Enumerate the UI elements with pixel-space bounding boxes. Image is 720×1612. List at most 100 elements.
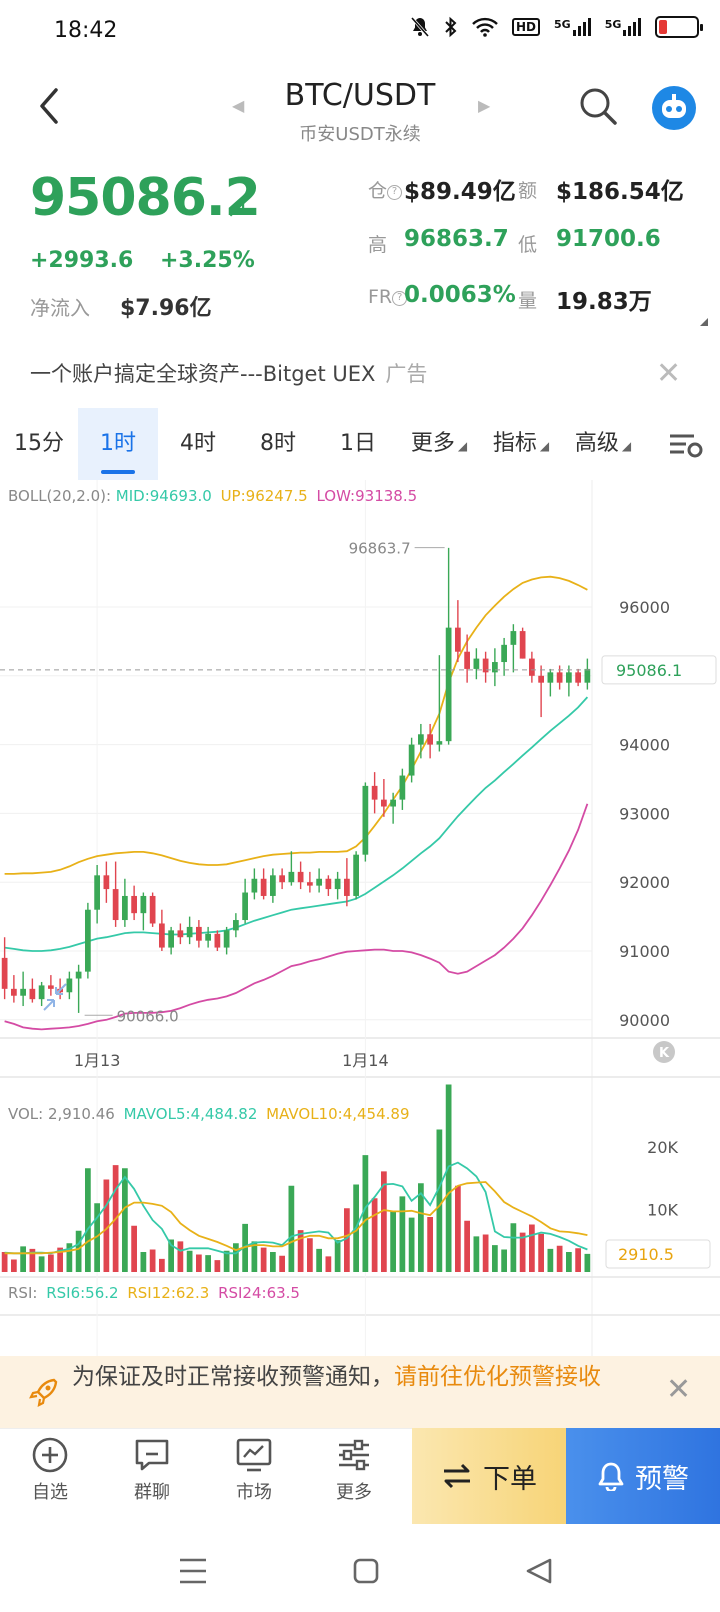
nav-group-chat[interactable]: 群聊 — [102, 1436, 202, 1504]
system-back-icon[interactable] — [526, 1558, 552, 1584]
volume-bar — [427, 1217, 433, 1272]
candle-body — [20, 988, 26, 996]
tab-8h[interactable]: 8时 — [238, 408, 318, 480]
close-icon[interactable]: ✕ — [656, 356, 681, 391]
candle-body — [473, 658, 480, 669]
high-label: 高 — [368, 234, 388, 256]
tab-indicators[interactable]: 指标 ◢ — [480, 408, 562, 480]
price-axis-label: 94000 — [619, 736, 670, 755]
volume-bar — [510, 1223, 517, 1272]
nav-market[interactable]: 市场 — [204, 1436, 304, 1504]
recents-icon[interactable] — [180, 1558, 206, 1584]
candle-body — [270, 875, 276, 896]
candle — [575, 668, 581, 687]
fit-arrow-path — [43, 983, 67, 1011]
k-badge-icon[interactable]: K — [653, 1041, 675, 1063]
candle — [510, 624, 517, 673]
candle — [242, 878, 248, 924]
help-icon[interactable]: ? — [387, 185, 403, 200]
next-pair-icon[interactable]: ▶ — [478, 96, 490, 115]
tab-15m[interactable]: 15分 — [0, 408, 78, 480]
volume-bar — [492, 1245, 498, 1272]
volume-bar — [279, 1255, 285, 1272]
date-label: 1月13 — [74, 1051, 121, 1070]
close-icon[interactable]: ✕ — [666, 1372, 691, 1407]
vol-axis-label: 20K — [647, 1138, 678, 1157]
volume-bar — [455, 1185, 461, 1272]
search-icon[interactable] — [578, 86, 618, 126]
mute-bell-icon — [410, 17, 430, 37]
volume-bar — [288, 1185, 295, 1272]
fit-screen-icon[interactable] — [43, 983, 67, 1011]
chart-settings-icon[interactable] — [668, 430, 704, 460]
tab-4h[interactable]: 4时 — [158, 408, 238, 480]
candle-body — [381, 799, 387, 807]
candle-body — [501, 644, 507, 663]
candle — [251, 868, 258, 900]
candle-body — [103, 875, 110, 890]
robot-assistant-icon[interactable] — [652, 86, 696, 130]
ad-banner[interactable]: 一个账户搞定全球资产---Bitget UEX 广告 — [30, 358, 427, 388]
candle — [29, 978, 36, 1003]
volume-bar — [464, 1220, 470, 1272]
network-2-label: 5G — [604, 18, 622, 31]
candle — [66, 971, 73, 1000]
candle — [131, 885, 137, 921]
volume-bar — [584, 1253, 591, 1272]
candle-body — [436, 741, 443, 745]
candle — [1, 937, 8, 1000]
tab-1h[interactable]: 1时 — [78, 408, 158, 480]
candle — [11, 975, 17, 1003]
tab-more[interactable]: 更多 ◢ — [398, 408, 480, 480]
nav-more[interactable]: 更多 — [304, 1436, 404, 1504]
caret-down-icon: ◢ — [621, 439, 632, 453]
kline-chart[interactable]: 96863.790066.0 9600095000940009300092000… — [0, 480, 720, 1356]
volume-bar — [11, 1259, 17, 1272]
candle-body — [316, 878, 322, 886]
alert-message: 为保证及时正常接收预警通知，请前往优化预警接收 — [72, 1360, 632, 1394]
candle-body — [362, 785, 369, 855]
expand-corner-icon[interactable] — [700, 318, 708, 326]
nav-more-label: 更多 — [336, 1482, 372, 1503]
candle-body — [529, 658, 535, 676]
market-chart-icon — [236, 1438, 272, 1472]
alert-link[interactable]: 请前往优化预警接收 — [394, 1364, 601, 1390]
mavol5-label: MAVOL5:4,484.82 — [124, 1105, 258, 1123]
home-icon[interactable] — [353, 1558, 379, 1584]
order-button[interactable]: 下单 — [412, 1428, 566, 1524]
boll-upper-line — [4, 575, 588, 875]
netflow-value: $7.96亿 — [120, 296, 212, 321]
volume-bar — [399, 1196, 406, 1272]
candle-body — [288, 871, 295, 883]
candle-body — [66, 978, 73, 993]
candle-body — [196, 926, 202, 941]
tab-advanced[interactable]: 高级 ◢ — [562, 408, 644, 480]
tab-1d[interactable]: 1日 — [318, 408, 398, 480]
chat-icon — [135, 1439, 169, 1471]
candle — [85, 902, 91, 979]
candle — [140, 892, 147, 931]
vol-legend: VOL: 2,910.46 MAVOL5:4,484.82 MAVOL10:4,… — [8, 1105, 410, 1123]
alarm-button[interactable]: 预警 — [566, 1428, 720, 1524]
candle-body — [445, 627, 452, 742]
candle-body — [11, 988, 17, 996]
rocket-icon — [29, 1378, 58, 1407]
candle — [473, 648, 480, 680]
candle — [75, 964, 82, 1013]
volume-bar — [445, 1084, 452, 1272]
nav-market-label: 市场 — [236, 1482, 272, 1503]
candle-body — [122, 895, 128, 921]
candle-body — [427, 734, 433, 745]
volume-bar — [556, 1245, 563, 1272]
nav-watchlist[interactable]: 自选 — [0, 1436, 100, 1504]
volume-bar — [408, 1217, 415, 1272]
volume-bar — [538, 1233, 544, 1272]
candle — [529, 651, 535, 683]
date-label: 1月14 — [342, 1051, 389, 1070]
open-interest-label[interactable]: 仓? — [368, 176, 403, 203]
volume-bar — [547, 1248, 554, 1272]
price-change-pct: +3.25% — [160, 248, 255, 273]
candle-body — [547, 672, 554, 683]
candle — [186, 916, 193, 945]
funding-rate-label[interactable]: FR? — [368, 286, 408, 308]
